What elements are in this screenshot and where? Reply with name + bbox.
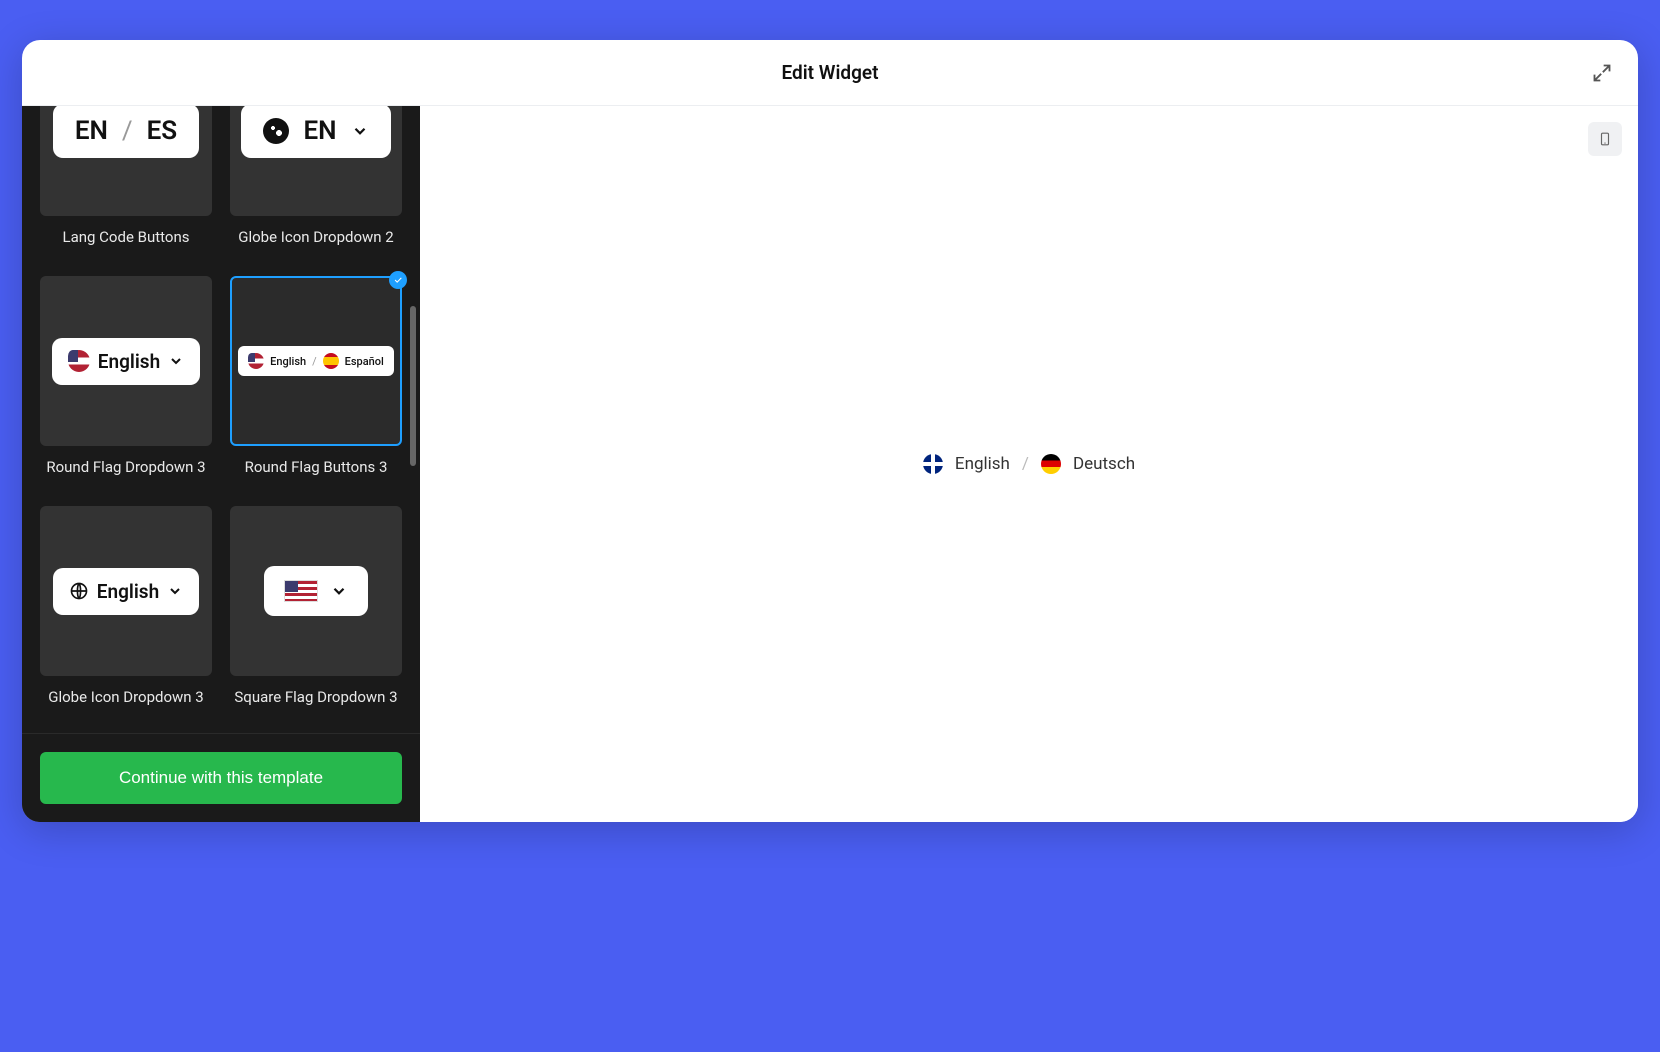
template-round-flag-dropdown-3[interactable]: English Round Flag Dropdown 3 (40, 276, 212, 476)
template-preview: EN / ES (40, 106, 212, 216)
chevron-down-icon (167, 583, 183, 599)
expand-button[interactable] (1588, 59, 1616, 87)
template-label: Globe Icon Dropdown 3 (48, 688, 204, 706)
template-globe-icon-dropdown-3[interactable]: English Globe Icon Dropdown 3 (40, 506, 212, 706)
mock-widget: English (53, 568, 199, 615)
template-preview: English (40, 506, 212, 676)
template-label: Globe Icon Dropdown 2 (238, 228, 394, 246)
mock-lang-left: EN (75, 116, 108, 146)
preview-lang-b: Deutsch (1073, 454, 1135, 474)
mobile-icon (1598, 129, 1612, 149)
scrollbar-thumb[interactable] (410, 306, 416, 466)
template-round-flag-buttons-3[interactable]: English / Español Round Flag Buttons 3 (230, 276, 402, 476)
preview-separator: / (1022, 454, 1029, 474)
mobile-preview-toggle[interactable] (1588, 122, 1622, 156)
template-label: Lang Code Buttons (63, 228, 190, 246)
chevron-down-icon (168, 353, 184, 369)
sidebar-footer: Continue with this template (22, 733, 420, 822)
mock-widget: English (52, 338, 200, 385)
template-globe-icon-dropdown-2[interactable]: EN Globe Icon Dropdown 2 (230, 106, 402, 246)
template-label: Round Flag Buttons 3 (245, 458, 388, 476)
mock-lang-b: Español (345, 355, 384, 368)
continue-button[interactable]: Continue with this template (40, 752, 402, 804)
template-square-flag-dropdown-3[interactable]: Square Flag Dropdown 3 (230, 506, 402, 706)
template-label: Square Flag Dropdown 3 (234, 688, 397, 706)
globe-icon (263, 118, 289, 144)
flag-es-icon (323, 353, 339, 369)
templates-scroll[interactable]: EN / ES Lang Code Buttons EN (22, 106, 420, 733)
template-preview: English / Español (230, 276, 402, 446)
template-lang-code-buttons[interactable]: EN / ES Lang Code Buttons (40, 106, 212, 246)
mock-widget: English / Español (238, 346, 394, 376)
templates-grid: EN / ES Lang Code Buttons EN (22, 106, 420, 718)
mock-lang-code: EN (303, 116, 336, 146)
mock-lang-a: English (270, 355, 306, 368)
check-icon (393, 275, 403, 285)
template-sidebar: EN / ES Lang Code Buttons EN (22, 106, 420, 822)
flag-de-icon (1041, 454, 1061, 474)
template-preview: English (40, 276, 212, 446)
flag-uk-icon (923, 454, 943, 474)
template-label: Round Flag Dropdown 3 (46, 458, 205, 476)
preview-lang-a: English (955, 454, 1010, 474)
mock-lang: English (97, 580, 159, 603)
template-preview: EN (230, 106, 402, 216)
mock-lang: English (98, 350, 160, 373)
mock-lang-right: ES (147, 116, 178, 146)
modal-body: EN / ES Lang Code Buttons EN (22, 106, 1638, 822)
edit-widget-modal: Edit Widget EN / ES (22, 40, 1638, 822)
modal-title: Edit Widget (781, 61, 878, 84)
live-widget-preview[interactable]: English / Deutsch (923, 454, 1135, 474)
mock-widget: EN (241, 106, 390, 158)
flag-us-icon (284, 580, 318, 602)
chevron-down-icon (351, 122, 369, 140)
globe-icon (69, 581, 89, 601)
template-preview (230, 506, 402, 676)
preview-pane: English / Deutsch (420, 106, 1638, 822)
mock-separator: / (122, 116, 133, 146)
mock-widget (264, 566, 368, 616)
chevron-down-icon (330, 582, 348, 600)
mock-widget: EN / ES (53, 106, 199, 158)
flag-us-icon (248, 353, 264, 369)
selected-check-badge (389, 271, 407, 289)
modal-header: Edit Widget (22, 40, 1638, 106)
expand-icon (1592, 63, 1612, 83)
flag-us-icon (68, 350, 90, 372)
mock-separator: / (312, 355, 317, 368)
